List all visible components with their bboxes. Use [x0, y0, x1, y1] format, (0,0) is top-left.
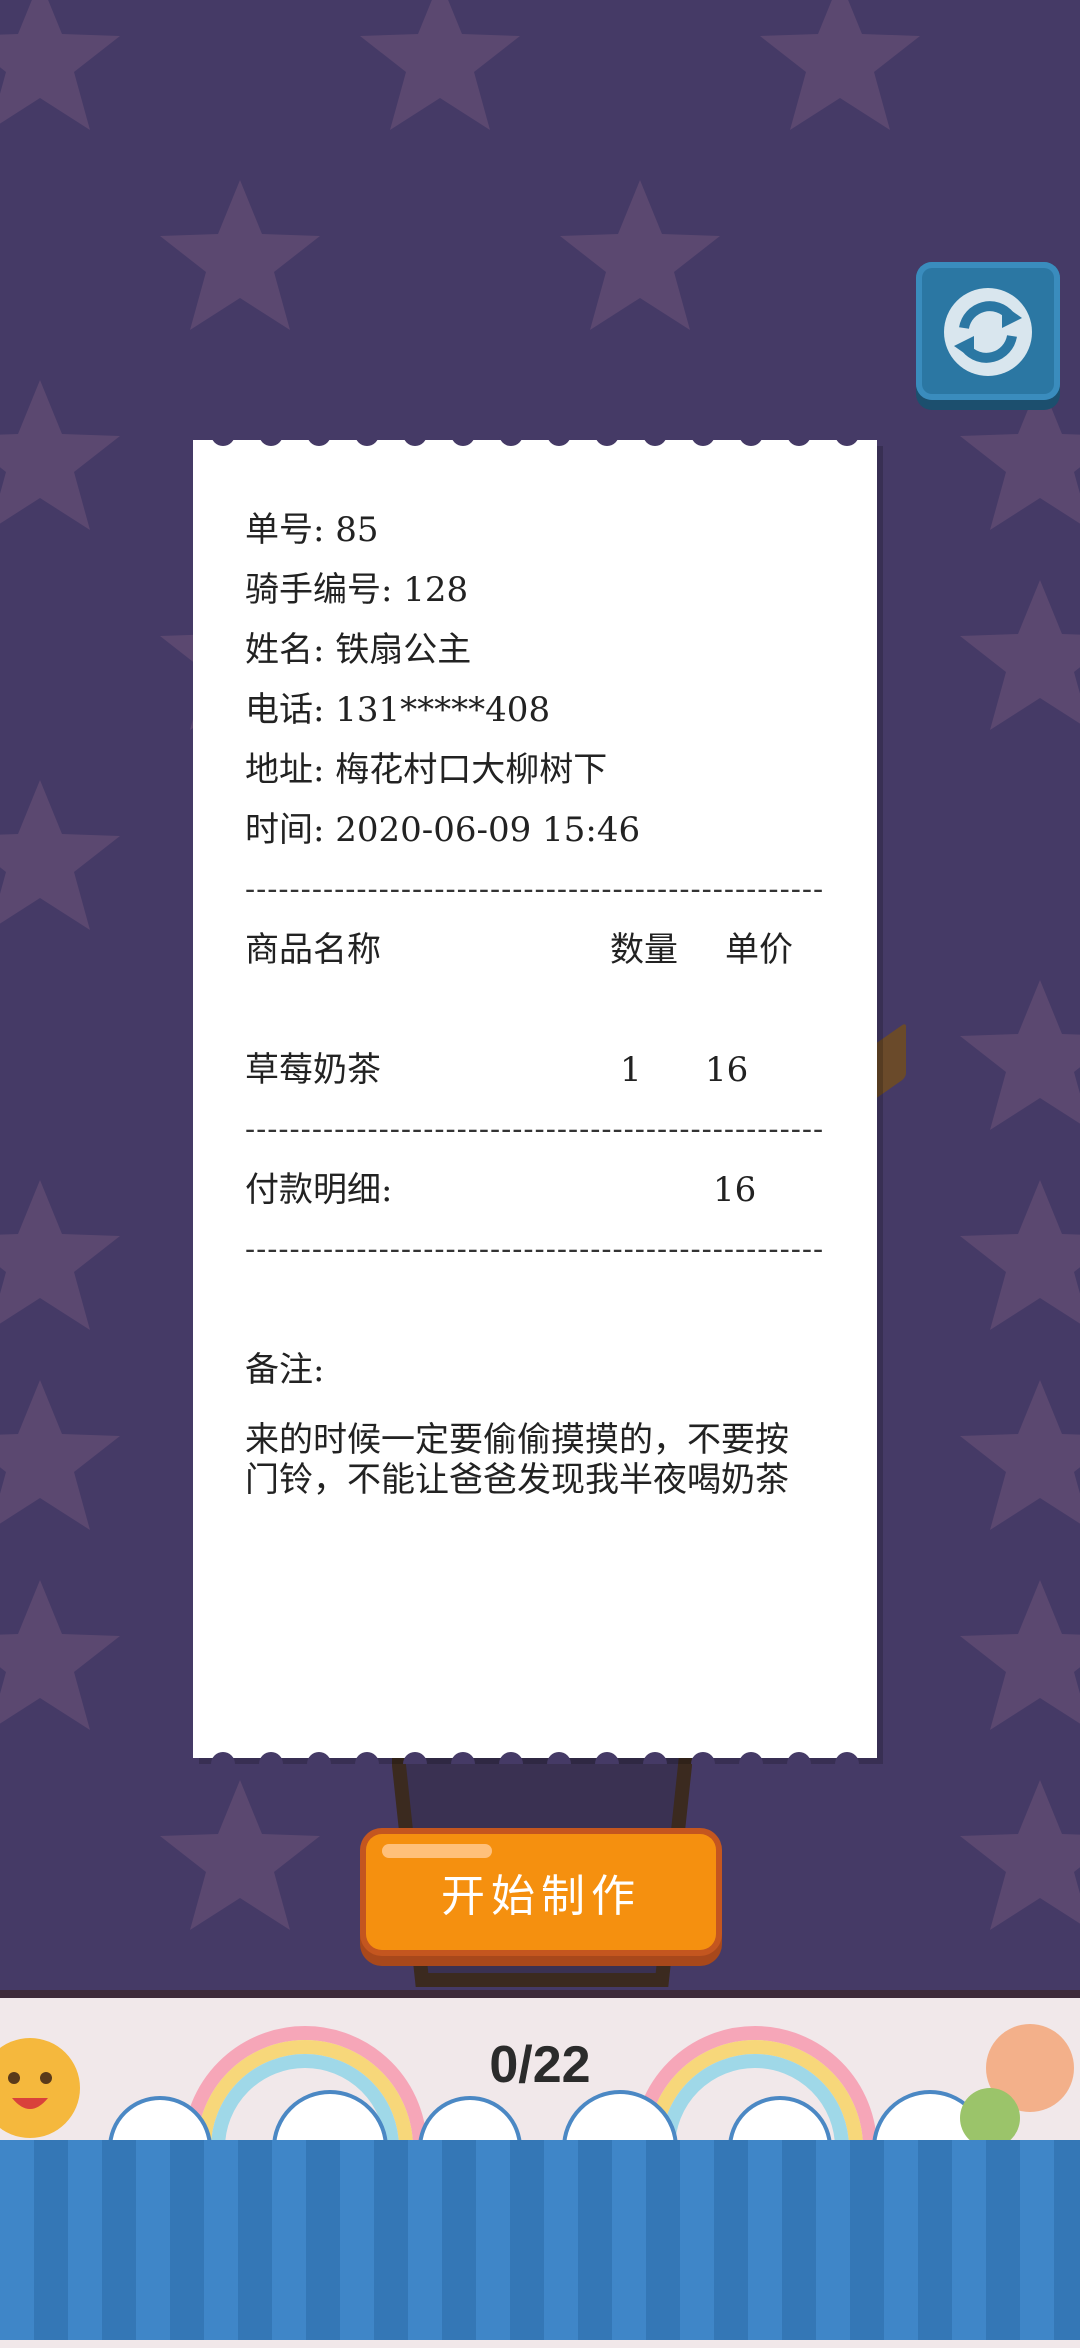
- item-header-row: 商品名称 数量 单价: [245, 920, 837, 980]
- note-text: 来的时候一定要偷偷摸摸的，不要按门铃，不能让爸爸发现我半夜喝奶茶: [245, 1420, 789, 1500]
- divider: ----------------------------------------…: [245, 1112, 825, 1147]
- divider: ----------------------------------------…: [245, 872, 825, 907]
- payment-label: 付款明细:: [245, 1170, 393, 1210]
- address-row: 地址: 梅花村口大柳树下: [245, 740, 837, 800]
- phone-row: 电话: 131*****408: [245, 680, 837, 740]
- time-value: 2020-06-09 15:46: [335, 810, 641, 850]
- divider: ----------------------------------------…: [245, 1232, 825, 1267]
- refresh-button[interactable]: [916, 262, 1060, 400]
- rider-number-row: 骑手编号: 128: [245, 560, 837, 620]
- customer-name-label: 姓名:: [245, 630, 325, 670]
- column-quantity: 数量: [610, 930, 678, 970]
- item-row: 草莓奶茶 1 16: [245, 1040, 837, 1100]
- payment-total: 16: [713, 1170, 757, 1210]
- payment-row: 付款明细: 16: [245, 1160, 837, 1220]
- address-label: 地址:: [245, 750, 325, 790]
- address-value: 梅花村口大柳树下: [335, 750, 608, 790]
- time-label: 时间:: [245, 810, 325, 850]
- customer-name-row: 姓名: 铁扇公主: [245, 620, 837, 680]
- item-name: 草莓奶茶: [245, 1050, 381, 1090]
- column-item-name: 商品名称: [245, 930, 381, 970]
- order-number-row: 单号: 85: [245, 500, 837, 560]
- item-price: 16: [705, 1050, 749, 1090]
- rider-number-value: 128: [403, 570, 469, 610]
- order-number-value: 85: [335, 510, 379, 550]
- start-making-button[interactable]: 开始制作: [366, 1834, 716, 1950]
- customer-name-value: 铁扇公主: [335, 630, 472, 670]
- order-number-label: 单号:: [245, 510, 325, 550]
- item-quantity: 1: [620, 1050, 642, 1090]
- time-row: 时间: 2020-06-09 15:46: [245, 800, 837, 860]
- order-receipt: 单号: 85 骑手编号: 128 姓名: 铁扇公主 电话: 131*****40…: [193, 434, 877, 1764]
- note-label: 备注:: [245, 1350, 325, 1390]
- receipt-edge-bottom: [211, 1752, 859, 1764]
- sun-icon: [0, 2038, 80, 2138]
- start-making-label: 开始制作: [441, 1871, 641, 1922]
- refresh-icon: [944, 288, 1032, 376]
- receipt-edge-top: [211, 434, 859, 446]
- water-pattern: [0, 2140, 1080, 2340]
- rider-number-label: 骑手编号:: [245, 570, 393, 610]
- order-progress: 0/22: [489, 2036, 591, 2094]
- phone-label: 电话:: [245, 690, 325, 730]
- phone-value: 131*****408: [335, 690, 551, 730]
- column-unit-price: 单价: [725, 930, 793, 970]
